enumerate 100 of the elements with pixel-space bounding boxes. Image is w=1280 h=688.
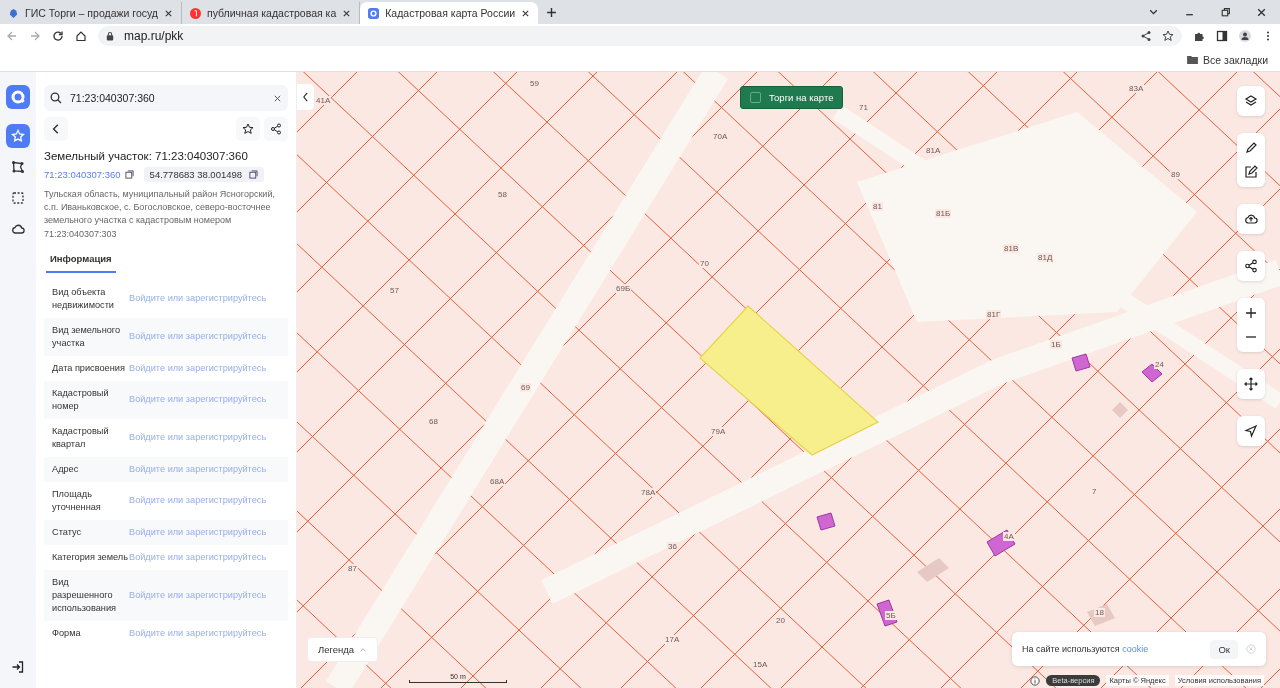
- parcel-number: 58: [497, 190, 508, 199]
- caret-up-icon: [359, 645, 368, 654]
- reload-icon[interactable]: [52, 30, 64, 42]
- polygon-icon: [11, 160, 25, 174]
- zoom-in-icon[interactable]: [1244, 306, 1258, 320]
- checkbox[interactable]: [750, 92, 761, 103]
- login-link[interactable]: Войдите или зарегистрируйтесь: [129, 330, 267, 344]
- legend-button[interactable]: Легенда: [307, 637, 379, 662]
- parcel-number: 7: [1091, 487, 1098, 496]
- login-link[interactable]: Войдите или зарегистрируйтесь: [129, 588, 267, 602]
- cookie-notice: На сайте используются cookie: [1022, 644, 1149, 654]
- move-arrows-icon: [1244, 377, 1258, 391]
- ok-button[interactable]: Ок: [1210, 639, 1238, 659]
- lock-icon: [106, 31, 114, 41]
- profile-avatar-icon[interactable]: [1239, 30, 1251, 42]
- letter-circle-icon: [190, 7, 201, 19]
- share-button[interactable]: [1237, 251, 1265, 281]
- property-label: Вид объекта недвижимости: [52, 285, 115, 312]
- close-icon[interactable]: [521, 8, 531, 18]
- parcel-number: 81В: [1003, 244, 1020, 253]
- all-bookmarks-button[interactable]: Все закладки: [1183, 51, 1272, 68]
- edit-icon[interactable]: [1244, 165, 1258, 179]
- login-link[interactable]: Войдите или зарегистрируйтесь: [129, 550, 267, 564]
- parcel-number: 57: [389, 286, 400, 295]
- parcel-number: 87: [347, 564, 358, 573]
- browser-tab[interactable]: Кадастровая карта России: [360, 2, 539, 24]
- login-link[interactable]: Войдите или зарегистрируйтесь: [129, 494, 267, 508]
- parcel-number: 5Б: [885, 611, 897, 620]
- parcel-number: 81Б: [935, 209, 952, 218]
- info-tab[interactable]: Информация: [46, 246, 116, 273]
- new-tab-icon[interactable]: [546, 7, 558, 18]
- login-link[interactable]: Войдите или зарегистрируйтесь: [129, 361, 267, 375]
- parcel-number: 20: [775, 616, 786, 625]
- property-label: Кадастровый квартал: [52, 424, 110, 451]
- cookie-link[interactable]: cookie: [1122, 644, 1149, 654]
- parcel-number: 18: [1094, 608, 1105, 617]
- home-icon[interactable]: [75, 30, 87, 42]
- collapse-panel-button[interactable]: [297, 84, 314, 110]
- layers-button[interactable]: [1237, 86, 1265, 116]
- property-label: Адрес: [52, 462, 80, 476]
- login-icon[interactable]: [11, 660, 25, 674]
- side-panel-icon[interactable]: [1216, 30, 1228, 42]
- property-label: Статус: [52, 525, 83, 539]
- login-link[interactable]: Войдите или зарегистрируйтесь: [129, 393, 267, 407]
- emblem-icon: [8, 7, 19, 19]
- parcel-number: 81: [872, 202, 883, 211]
- parcel-number: 69Б: [615, 284, 632, 293]
- pencil-icon[interactable]: [1244, 141, 1258, 155]
- copy-icon[interactable]: [249, 170, 259, 179]
- parcel-number: 70: [699, 259, 710, 268]
- close-icon[interactable]: [164, 8, 173, 18]
- property-label: Вид разрешенного использования: [52, 575, 118, 615]
- parcel-number: 68А: [489, 477, 506, 486]
- folder-icon: [1187, 55, 1199, 64]
- parcel-number: 59: [529, 79, 540, 88]
- share-icon[interactable]: [1140, 30, 1152, 42]
- back-button[interactable]: [44, 117, 68, 141]
- upload-button[interactable]: [1237, 204, 1265, 234]
- parcel-number: 68: [428, 417, 439, 426]
- login-link[interactable]: Войдите или зарегистрируйтесь: [129, 462, 267, 476]
- login-link[interactable]: Войдите или зарегистрируйтесь: [129, 431, 267, 445]
- search-icon: [50, 92, 62, 104]
- property-label: Вид земельного участка: [52, 323, 122, 350]
- star-icon: [242, 123, 254, 135]
- navigation-arrow-icon: [1244, 424, 1258, 438]
- parcel-number: 71: [858, 103, 869, 112]
- chevron-down-icon[interactable]: [1148, 7, 1159, 18]
- parcel-number: 17А: [664, 635, 681, 644]
- search-field[interactable]: 71:23:040307:360: [44, 85, 288, 111]
- address-bar[interactable]: map.ru/pkk: [98, 26, 1182, 46]
- close-icon[interactable]: [1256, 7, 1267, 18]
- dashed-square-icon: [11, 191, 25, 205]
- share-button[interactable]: [264, 117, 288, 141]
- property-label: Категория земель: [52, 550, 129, 564]
- cloud-upload-icon: [1244, 212, 1258, 226]
- puzzle-icon[interactable]: [1193, 30, 1205, 42]
- clear-icon[interactable]: [273, 93, 282, 103]
- tenders-toggle[interactable]: Торги на карте: [740, 86, 844, 109]
- close-icon[interactable]: [342, 8, 352, 18]
- restore-icon[interactable]: [1220, 7, 1231, 18]
- property-label: Кадастровый номер: [52, 386, 110, 413]
- parcel-title: Земельный участок: 71:23:040307:360: [44, 150, 249, 162]
- info-icon[interactable]: [1030, 675, 1041, 686]
- parcel-number: 36: [667, 542, 678, 551]
- login-link[interactable]: Войдите или зарегистрируйтесь: [129, 292, 267, 306]
- copy-icon[interactable]: [124, 170, 134, 179]
- locate-button[interactable]: [1237, 416, 1265, 446]
- coordinates-chip[interactable]: 54.778683 38.001498: [143, 167, 265, 182]
- property-label: Площадь уточненная: [52, 487, 102, 514]
- star-icon: [11, 129, 25, 143]
- pan-button[interactable]: [1237, 369, 1265, 399]
- cadastral-number-link[interactable]: 71:23:040307:360: [44, 169, 121, 180]
- parcel-number: 4А: [1003, 532, 1015, 541]
- login-link[interactable]: Войдите или зарегистрируйтесь: [129, 525, 267, 539]
- favorite-button[interactable]: [236, 117, 260, 141]
- star-icon[interactable]: [1162, 30, 1174, 42]
- app-logo-icon[interactable]: [6, 85, 30, 109]
- login-link[interactable]: Войдите или зарегистрируйтесь: [129, 626, 267, 640]
- parcel-number: 41А: [315, 96, 332, 105]
- parcel-number: 81А: [925, 146, 942, 155]
